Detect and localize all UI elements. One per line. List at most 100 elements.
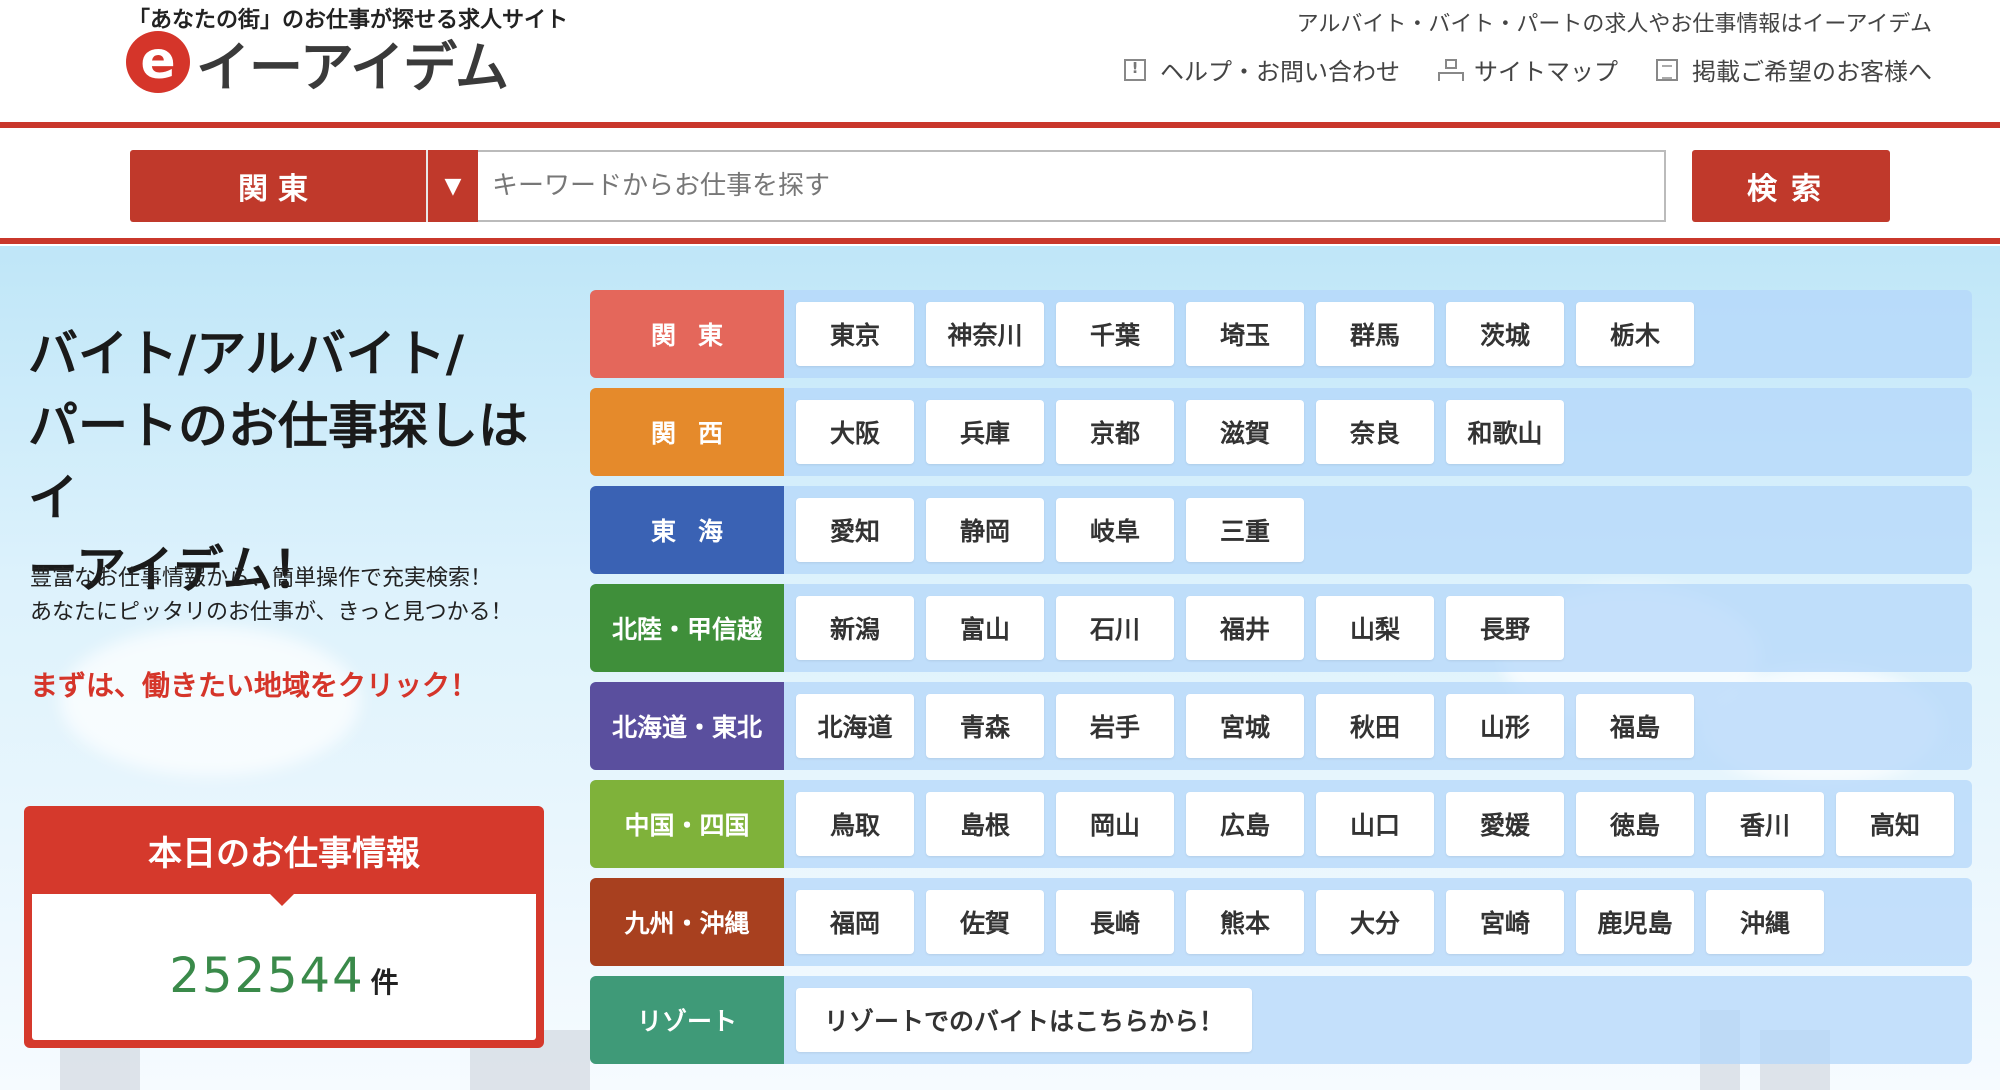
prefecture-button[interactable]: 静岡: [926, 498, 1044, 562]
prefecture-button[interactable]: 群馬: [1316, 302, 1434, 366]
prefecture-button[interactable]: 千葉: [1056, 302, 1174, 366]
search-divider: [0, 238, 2000, 244]
region-row: 北陸・甲信越 新潟 富山 石川 福井 山梨 長野: [590, 584, 1972, 672]
prefecture-button[interactable]: 富山: [926, 596, 1044, 660]
search-button[interactable]: 検索: [1692, 150, 1890, 222]
prefecture-button[interactable]: 徳島: [1576, 792, 1694, 856]
logo-mark-icon: e: [126, 31, 190, 93]
prefecture-button[interactable]: 福井: [1186, 596, 1304, 660]
prefecture-button[interactable]: 福岡: [796, 890, 914, 954]
prefecture-button[interactable]: 宮城: [1186, 694, 1304, 758]
prefecture-button[interactable]: 和歌山: [1446, 400, 1564, 464]
prefecture-button[interactable]: 高知: [1836, 792, 1954, 856]
prefecture-button[interactable]: 石川: [1056, 596, 1174, 660]
prefecture-list: 愛知 静岡 岐阜 三重: [796, 498, 1304, 562]
prefecture-button[interactable]: 岡山: [1056, 792, 1174, 856]
prefecture-button[interactable]: 長野: [1446, 596, 1564, 660]
region-row: 九州・沖縄 福岡 佐賀 長崎 熊本 大分 宮崎 鹿児島 沖縄: [590, 878, 1972, 966]
advertise-link[interactable]: 掲載ご希望のお客様へ: [1656, 52, 1932, 87]
region-cta: まずは、働きたい地域をクリック！: [30, 669, 479, 702]
region-label[interactable]: リゾート: [590, 976, 784, 1064]
prefecture-button[interactable]: 長崎: [1056, 890, 1174, 954]
prefecture-button[interactable]: 栃木: [1576, 302, 1694, 366]
prefecture-button[interactable]: 三重: [1186, 498, 1304, 562]
region-label[interactable]: 北海道・東北: [590, 682, 784, 770]
job-count-number: 252544: [169, 948, 365, 1004]
prefecture-button[interactable]: 青森: [926, 694, 1044, 758]
region-label[interactable]: 関東: [590, 290, 784, 378]
region-row: 北海道・東北 北海道 青森 岩手 宮城 秋田 山形 福島: [590, 682, 1972, 770]
prefecture-button[interactable]: 岩手: [1056, 694, 1174, 758]
prefecture-button[interactable]: 鳥取: [796, 792, 914, 856]
prefecture-button[interactable]: 山口: [1316, 792, 1434, 856]
prefecture-button[interactable]: 佐賀: [926, 890, 1044, 954]
region-row: 関西 大阪 兵庫 京都 滋賀 奈良 和歌山: [590, 388, 1972, 476]
description-line: 豊富なお仕事情報から、簡単操作で充実検索！: [30, 566, 493, 591]
prefecture-button[interactable]: 神奈川: [926, 302, 1044, 366]
sitemap-link-label: サイトマップ: [1474, 58, 1618, 86]
prefecture-button[interactable]: 兵庫: [926, 400, 1044, 464]
prefecture-button[interactable]: 秋田: [1316, 694, 1434, 758]
region-label[interactable]: 東海: [590, 486, 784, 574]
prefecture-button[interactable]: 京都: [1056, 400, 1174, 464]
sitemap-icon: [1438, 58, 1464, 81]
prefecture-button[interactable]: 愛媛: [1446, 792, 1564, 856]
help-link[interactable]: ヘルプ・お問い合わせ: [1124, 52, 1400, 87]
prefecture-button[interactable]: 埼玉: [1186, 302, 1304, 366]
help-icon: [1124, 58, 1146, 81]
prefecture-button[interactable]: 大阪: [796, 400, 914, 464]
site-logo[interactable]: e イーアイデム: [126, 30, 509, 99]
prefecture-button[interactable]: 山梨: [1316, 596, 1434, 660]
region-table: 関東 東京 神奈川 千葉 埼玉 群馬 茨城 栃木 関西 大阪 兵庫 京都 滋賀 奈良 和歌山 東海 愛知 静岡 岐阜…: [590, 290, 1972, 1074]
description-line: あなたにピッタリのお仕事が、きっと見つかる！: [30, 600, 513, 625]
today-jobs-count: 252544 件: [32, 948, 536, 1004]
prefecture-list: 北海道 青森 岩手 宮城 秋田 山形 福島: [796, 694, 1694, 758]
prefecture-button[interactable]: 宮崎: [1446, 890, 1564, 954]
prefecture-button[interactable]: 鹿児島: [1576, 890, 1694, 954]
prefecture-button[interactable]: 島根: [926, 792, 1044, 856]
prefecture-button[interactable]: 奈良: [1316, 400, 1434, 464]
prefecture-button[interactable]: 愛知: [796, 498, 914, 562]
search-bar: 関東 ▼ 検索: [0, 128, 2000, 238]
prefecture-button[interactable]: 新潟: [796, 596, 914, 660]
prefecture-button[interactable]: 香川: [1706, 792, 1824, 856]
help-link-label: ヘルプ・お問い合わせ: [1160, 58, 1400, 86]
search-input[interactable]: [478, 150, 1666, 222]
prefecture-button[interactable]: 広島: [1186, 792, 1304, 856]
region-row: 東海 愛知 静岡 岐阜 三重: [590, 486, 1972, 574]
main-area: バイト/アルバイト/ パートのお仕事探しはイ ーアイデム！ 豊富なお仕事情報から…: [0, 246, 2000, 1090]
caret-down-icon: [268, 892, 296, 906]
prefecture-list: リゾートでのバイトはこちらから！: [796, 988, 1252, 1052]
job-count-unit: 件: [370, 966, 399, 999]
region-label[interactable]: 九州・沖縄: [590, 878, 784, 966]
prefecture-button[interactable]: リゾートでのバイトはこちらから！: [796, 988, 1252, 1052]
prefecture-button[interactable]: 滋賀: [1186, 400, 1304, 464]
today-jobs-title: 本日のお仕事情報: [148, 833, 420, 874]
prefecture-button[interactable]: 岐阜: [1056, 498, 1174, 562]
region-row: 関東 東京 神奈川 千葉 埼玉 群馬 茨城 栃木: [590, 290, 1972, 378]
prefecture-list: 福岡 佐賀 長崎 熊本 大分 宮崎 鹿児島 沖縄: [796, 890, 1824, 954]
chevron-down-icon[interactable]: ▼: [428, 150, 478, 222]
sitemap-link[interactable]: サイトマップ: [1438, 52, 1618, 87]
prefecture-button[interactable]: 東京: [796, 302, 914, 366]
region-label[interactable]: 中国・四国: [590, 780, 784, 868]
header-description: アルバイト・バイト・パートの求人やお仕事情報はイーアイデム: [1296, 12, 1932, 37]
prefecture-list: 大阪 兵庫 京都 滋賀 奈良 和歌山: [796, 400, 1564, 464]
prefecture-button[interactable]: 茨城: [1446, 302, 1564, 366]
today-jobs-box: 本日のお仕事情報 252544 件: [24, 806, 544, 1048]
prefecture-button[interactable]: 福島: [1576, 694, 1694, 758]
advertise-link-label: 掲載ご希望のお客様へ: [1692, 58, 1932, 86]
today-jobs-panel: 252544 件: [32, 894, 536, 1040]
prefecture-list: 鳥取 島根 岡山 広島 山口 愛媛 徳島 香川 高知: [796, 792, 1954, 856]
prefecture-button[interactable]: 北海道: [796, 694, 914, 758]
prefecture-button[interactable]: 沖縄: [1706, 890, 1824, 954]
region-row: リゾート リゾートでのバイトはこちらから！: [590, 976, 1972, 1064]
region-label[interactable]: 関西: [590, 388, 784, 476]
region-label[interactable]: 北陸・甲信越: [590, 584, 784, 672]
site-header: 「あなたの街」のお仕事が探せる求人サイト e イーアイデム アルバイト・バイト・…: [0, 0, 2000, 122]
prefecture-button[interactable]: 大分: [1316, 890, 1434, 954]
region-select[interactable]: 関東: [130, 150, 428, 222]
prefecture-button[interactable]: 熊本: [1186, 890, 1304, 954]
header-links: ヘルプ・お問い合わせ サイトマップ 掲載ご希望のお客様へ: [1124, 52, 1932, 87]
prefecture-button[interactable]: 山形: [1446, 694, 1564, 758]
